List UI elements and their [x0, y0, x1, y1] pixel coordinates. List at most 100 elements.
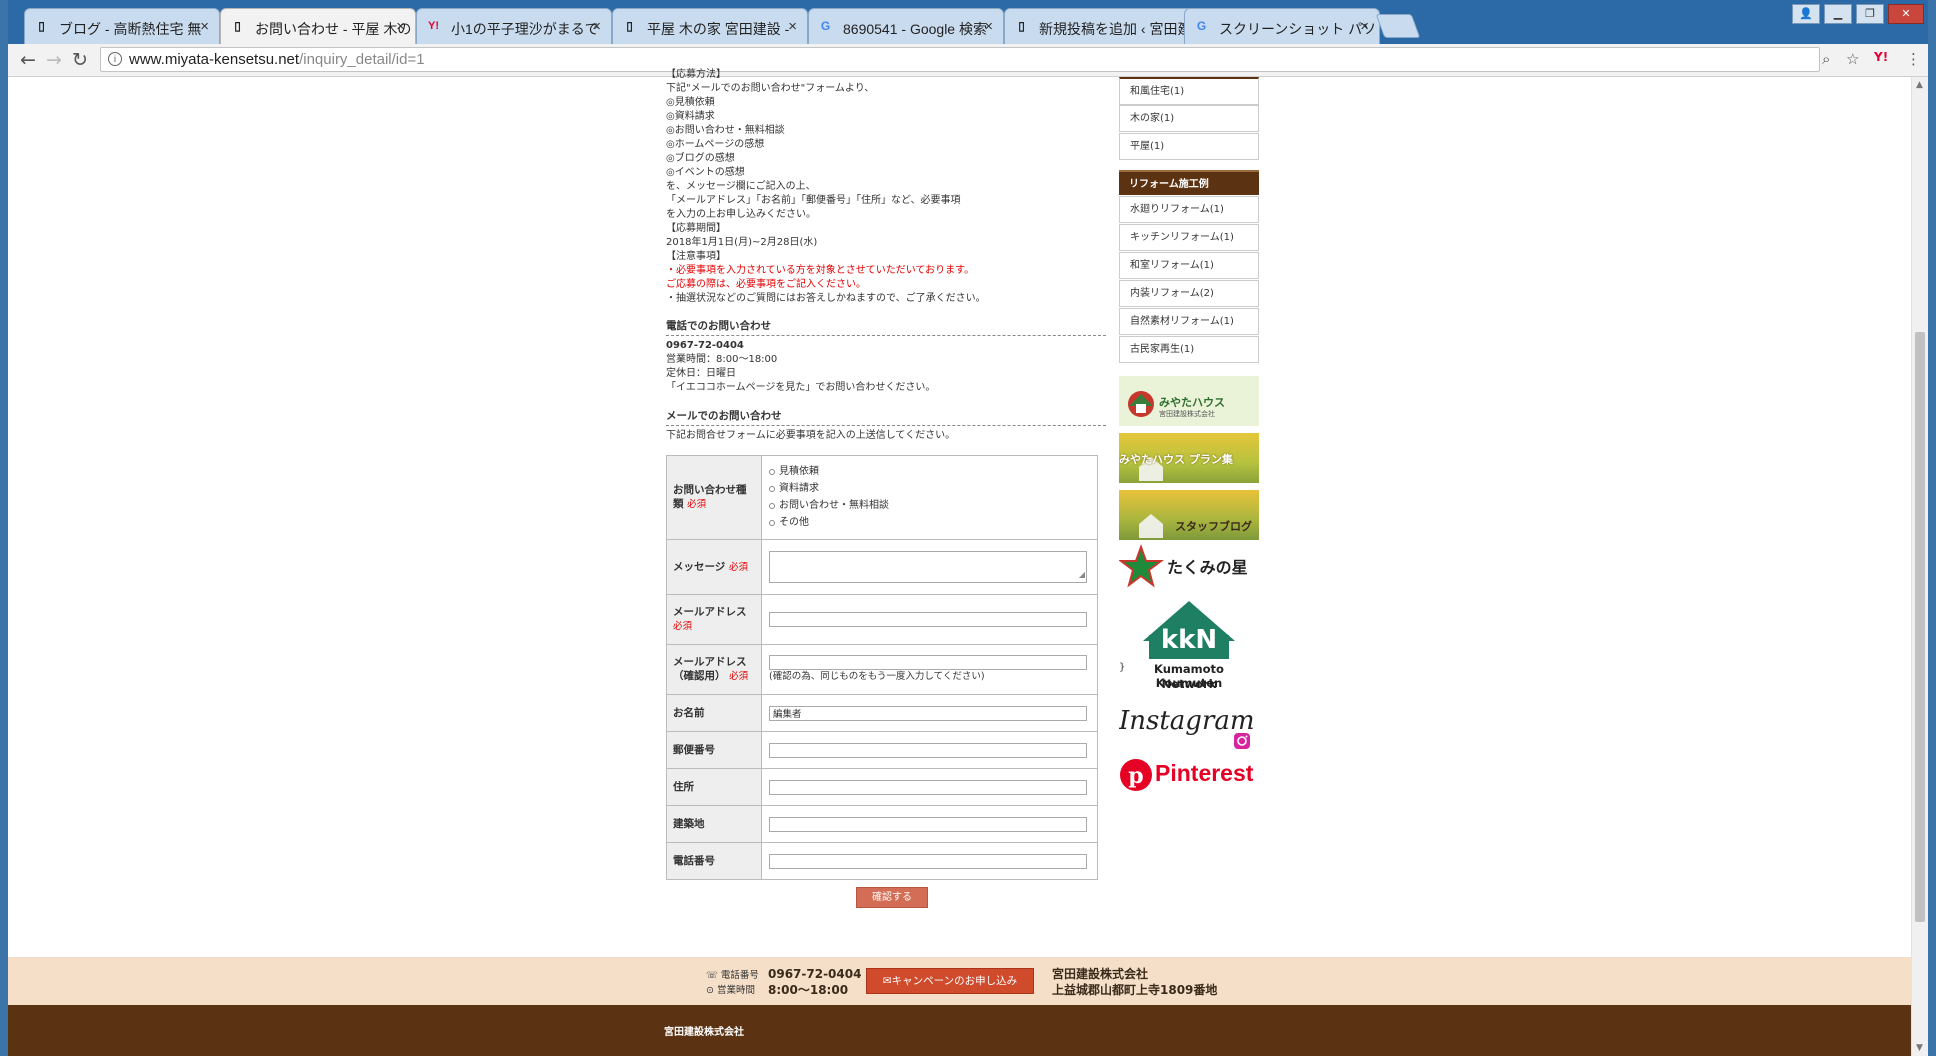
svg-text:p: p: [1128, 763, 1143, 789]
radio-icon: [769, 486, 775, 492]
close-icon[interactable]: ×: [984, 18, 993, 35]
name-label: お名前: [666, 694, 762, 732]
back-icon[interactable]: ←: [16, 49, 40, 71]
campaign-apply-button[interactable]: ✉キャンペーンのお申し込み: [866, 968, 1034, 994]
sidebar-item-kominka[interactable]: 古民家再生(1): [1119, 336, 1259, 363]
name-label-text: お名前: [673, 707, 705, 719]
kumamoto-star-text: たくみの星: [1167, 558, 1248, 577]
zip-input[interactable]: [769, 742, 1087, 758]
message-textarea[interactable]: ◢: [769, 551, 1087, 583]
sidebar-item-interior-reform[interactable]: 内装リフォーム(2): [1119, 280, 1259, 307]
forward-icon[interactable]: →: [42, 49, 66, 71]
zoom-icon[interactable]: ⌕: [1822, 50, 1830, 68]
tab-screenshot[interactable]: G スクリーンショット パソ ×: [1184, 8, 1380, 44]
email-input[interactable]: [769, 612, 1087, 627]
radio-label: 見積依頼: [779, 466, 819, 477]
instagram-banner[interactable]: Instagram: [1119, 702, 1259, 752]
tab-inquiry[interactable]: ▯ お問い合わせ - 平屋 木の ×: [220, 8, 416, 44]
description-line: ◎ホームページの感想: [666, 139, 765, 150]
email-confirm-input[interactable]: [769, 655, 1087, 670]
message-label-text: メッセージ: [673, 560, 726, 573]
sidebar-item-water-reform[interactable]: 水廻りリフォーム(1): [1119, 196, 1259, 223]
page-scrollbar[interactable]: ▲ ▼: [1911, 77, 1928, 1056]
radio-label: 資料請求: [779, 483, 819, 494]
scroll-down-icon[interactable]: ▼: [1916, 1043, 1923, 1053]
radio-label: その他: [779, 517, 809, 528]
confirm-button[interactable]: 確認する: [856, 887, 928, 908]
sidebar-item-kitchen-reform[interactable]: キッチンリフォーム(1): [1119, 224, 1259, 251]
description-line: 下記"メールでのお問い合わせ"フォームより、: [666, 83, 875, 94]
tab-blog[interactable]: ▯ ブログ - 高断熱住宅 無 ×: [24, 8, 220, 44]
instagram-icon: [1234, 733, 1250, 749]
radio-consultation[interactable]: お問い合わせ・無料相談: [769, 498, 1090, 515]
sidebar-item-hiraya[interactable]: 平屋(1): [1119, 133, 1259, 160]
close-icon[interactable]: ×: [592, 18, 601, 35]
staff-blog-banner[interactable]: スタッフブログ: [1119, 490, 1259, 540]
plan-collection-banner[interactable]: みやたハウス プラン集: [1119, 433, 1259, 483]
close-window-icon[interactable]: ✕: [1888, 4, 1924, 24]
tab-hiraya[interactable]: ▯ 平屋 木の家 宮田建設 - ×: [612, 8, 808, 44]
tab-google-search[interactable]: G 8690541 - Google 検索 ×: [808, 8, 1004, 44]
url-path: /inquiry_detail/id=1: [299, 51, 425, 68]
minimize-icon[interactable]: ▁: [1824, 4, 1852, 24]
browser-window: ▯ ブログ - 高断熱住宅 無 × ▯ お問い合わせ - 平屋 木の × Y! …: [8, 0, 1928, 1056]
scroll-up-icon[interactable]: ▲: [1916, 80, 1923, 90]
campaign-apply-label: キャンペーンのお申し込み: [891, 975, 1018, 987]
url-text: www.miyata-kensetsu.net/inquiry_detail/i…: [129, 48, 425, 71]
close-icon[interactable]: ×: [200, 18, 209, 35]
scrollbar-thumb[interactable]: [1915, 332, 1925, 922]
google-icon: G: [820, 19, 831, 33]
phone-icon: ☏: [706, 970, 718, 981]
name-input[interactable]: [769, 705, 1087, 721]
pinterest-text: Pinterest: [1155, 760, 1254, 786]
user-icon[interactable]: 👤: [1792, 4, 1820, 24]
notice-no-questions: ・抽選状況などのご質問にはお答えしかねますので、ご了承ください。: [666, 293, 986, 304]
info-icon[interactable]: i: [108, 52, 122, 66]
web-page: 【応募方法】 下記"メールでのお問い合わせ"フォームより、 ◎見積依頼 ◎資料請求 ◎お…: [8, 69, 1912, 1056]
form-row-name: お名前: [666, 694, 1098, 732]
footer-phone-label: ☏ 電話番号: [706, 968, 759, 983]
tab-yahoo-news[interactable]: Y! 小1の平子理沙がまるで ×: [416, 8, 612, 44]
tel-input[interactable]: [769, 853, 1087, 869]
pinterest-banner[interactable]: p Pinterest: [1119, 757, 1259, 793]
type-label-text: お問い合わせ種類: [673, 484, 747, 510]
phone-hours: 営業時間：8:00～18:00: [666, 354, 778, 365]
reload-icon[interactable]: ↻: [68, 49, 92, 71]
description-line: ◎ブログの感想: [666, 153, 735, 164]
mail-icon: ✉: [882, 975, 892, 987]
name-cell: [761, 694, 1098, 732]
required-mark: 必須: [673, 621, 693, 632]
phone-number: 0967-72-0404: [666, 340, 744, 351]
address-label: 住所: [666, 768, 762, 806]
phone-holiday: 定休日：日曜日: [666, 368, 736, 379]
menu-icon[interactable]: ⋮: [1906, 50, 1921, 68]
close-icon[interactable]: ×: [1360, 18, 1369, 35]
radio-estimate[interactable]: 見積依頼: [769, 464, 1090, 481]
footer-bottom: 宮田建設株式会社: [8, 1005, 1912, 1056]
radio-icon: [769, 469, 775, 475]
close-icon[interactable]: ×: [396, 18, 405, 35]
sidebar-item-washitsu-reform[interactable]: 和室リフォーム(1): [1119, 252, 1259, 279]
email-confirm-label: メールアドレス（確認用） 必須: [666, 644, 762, 695]
star-icon[interactable]: ☆: [1846, 50, 1859, 68]
required-mark: 必須: [687, 499, 707, 510]
sidebar-item-natural-reform[interactable]: 自然素材リフォーム(1): [1119, 308, 1259, 335]
sidebar-item-wooden-house[interactable]: 木の家(1): [1119, 105, 1259, 132]
miyata-house-banner[interactable]: みやたハウス 宮田建設株式会社: [1119, 376, 1259, 426]
address-input[interactable]: [769, 779, 1087, 795]
tab-new-post[interactable]: ▯ 新規投稿を追加 ‹ 宮田建 ×: [1004, 8, 1200, 44]
sidebar-item-japanese-style[interactable]: 和風住宅(1): [1119, 77, 1259, 105]
form-row-email-confirm: メールアドレス（確認用） 必須 (確認の為、同じものをもう一度入力してください): [666, 644, 1098, 695]
yahoo-extension-icon[interactable]: Y!: [1874, 50, 1888, 64]
pinterest-icon: p: [1120, 759, 1152, 791]
maximize-icon[interactable]: ❐: [1856, 4, 1884, 24]
kkn-banner[interactable]: kkN Kumamoto Koumuten Network }: [1119, 599, 1259, 694]
new-tab-button[interactable]: [1375, 14, 1421, 38]
radio-materials[interactable]: 資料請求: [769, 481, 1090, 498]
tab-title: お問い合わせ - 平屋 木の: [255, 21, 411, 37]
site-input[interactable]: [769, 816, 1087, 832]
radio-other[interactable]: その他: [769, 515, 1090, 532]
kumamoto-star-banner[interactable]: たくみの星: [1119, 544, 1259, 590]
resize-handle-icon[interactable]: ◢: [1079, 568, 1085, 582]
close-icon[interactable]: ×: [788, 18, 797, 35]
